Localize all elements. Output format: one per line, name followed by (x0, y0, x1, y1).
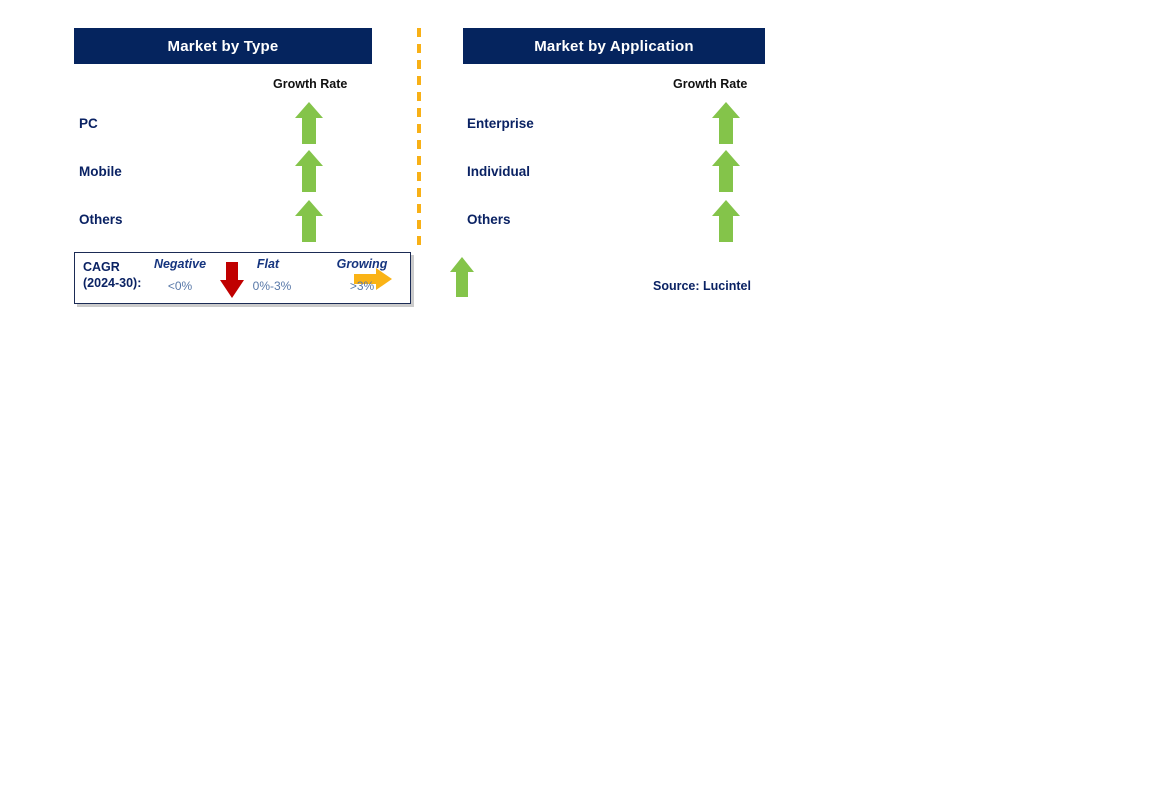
cagr-legend-title-line1: CAGR (83, 260, 120, 274)
segment-label-pc: PC (79, 116, 98, 131)
segment-label-mobile: Mobile (79, 164, 122, 179)
segment-label-others-type: Others (79, 212, 123, 227)
legend-range-negative: <0% (167, 279, 193, 293)
arrow-up-icon (711, 101, 741, 145)
source-note: Source: Lucintel (653, 279, 751, 293)
panel-title-market-by-application: Market by Application (534, 37, 694, 55)
segment-label-others-application: Others (467, 212, 511, 227)
panel-divider (417, 28, 421, 246)
legend-range-growing: >3% (349, 279, 375, 293)
cagr-legend-title: CAGR (2024-30): (83, 259, 141, 291)
arrow-up-icon (711, 149, 741, 193)
legend-name-flat: Flat (256, 257, 280, 271)
arrow-up-icon (294, 101, 324, 145)
growth-rate-caption-type: Growth Rate (273, 77, 348, 91)
cagr-legend-title-line2: (2024-30): (83, 276, 142, 290)
arrow-up-icon (449, 256, 475, 297)
segment-label-enterprise: Enterprise (467, 116, 534, 131)
arrow-up-icon (294, 149, 324, 193)
panel-title-market-by-type: Market by Type (167, 37, 279, 55)
legend-item-flat: Flat 0%-3% (233, 253, 311, 303)
legend-item-growing: Growing >3% (323, 253, 401, 303)
arrow-up-icon (294, 199, 324, 243)
panel-header-market-by-application: Market by Application (463, 28, 765, 64)
legend-name-growing: Growing (336, 257, 388, 271)
segment-label-individual: Individual (467, 164, 531, 179)
legend-range-flat: 0%-3% (252, 279, 292, 293)
panel-header-market-by-type: Market by Type (74, 28, 372, 64)
legend-name-negative: Negative (153, 257, 207, 271)
arrow-up-icon (711, 199, 741, 243)
cagr-legend: CAGR (2024-30): Negative <0% Flat 0%-3% … (74, 252, 474, 304)
growth-rate-caption-application: Growth Rate (673, 77, 748, 91)
legend-item-negative: Negative <0% (141, 253, 219, 303)
